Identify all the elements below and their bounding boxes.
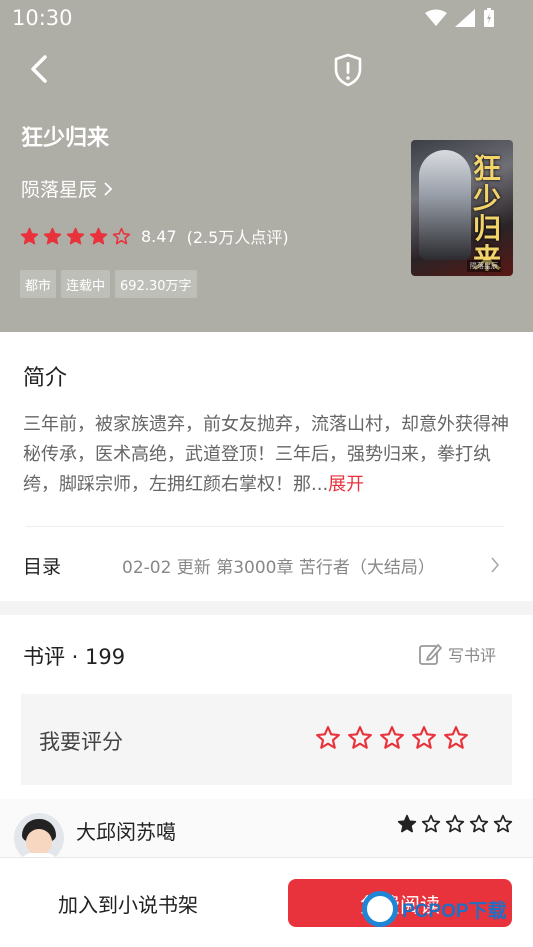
review-username: 大邱闵苏噶	[76, 820, 176, 844]
author-name: 陨落星辰	[21, 179, 98, 201]
watermark-logo-icon	[362, 891, 398, 927]
watermark-text: PCPOP下载	[402, 900, 507, 922]
star-outline-icon	[112, 227, 131, 244]
status-bar: 10:30	[0, 0, 533, 36]
star-outline-icon[interactable]	[379, 725, 405, 751]
rate-stars[interactable]	[315, 725, 469, 751]
cover-author: 陨落星辰	[467, 260, 501, 272]
back-arrow-icon	[31, 55, 47, 83]
rate-label: 我要评分	[39, 730, 123, 754]
rate-box: 我要评分	[21, 694, 512, 785]
write-review-label: 写书评	[448, 646, 497, 665]
book-title: 狂少归来	[21, 126, 110, 151]
intro-title: 简介	[23, 366, 68, 391]
star-outline-icon	[493, 814, 513, 833]
rating-score: 8.47	[141, 226, 177, 246]
catalog-latest-chapter: 02-02 更新 第3000章 苦行者（大结局）	[122, 557, 435, 578]
star-outline-icon[interactable]	[443, 725, 469, 751]
review-item[interactable]: 大邱闵苏噶	[0, 799, 533, 863]
star-filled-icon	[397, 814, 417, 833]
tag-genre: 都市	[20, 270, 57, 298]
edit-icon	[419, 644, 442, 665]
report-button[interactable]	[330, 52, 366, 88]
catalog-label: 目录	[23, 555, 62, 578]
author-link[interactable]: 陨落星辰	[21, 175, 113, 202]
status-icons	[425, 8, 495, 28]
rating-row: 8.47 (2.5万人点评)	[20, 224, 289, 248]
rating-count: (2.5万人点评)	[186, 228, 289, 247]
intro-text: 三年前，被家族遗弃，前女友抛弃，流落山村，却意外获得神秘传承，医术高绝，武道登顶…	[23, 410, 513, 500]
tag-status: 连载中	[61, 270, 111, 298]
star-outline-icon	[445, 814, 465, 833]
wifi-icon	[425, 9, 447, 26]
star-filled-icon	[66, 227, 85, 244]
avatar-face	[26, 829, 52, 855]
star-filled-icon	[20, 227, 39, 244]
cover-figure	[419, 150, 471, 260]
star-outline-icon[interactable]	[315, 725, 341, 751]
add-to-shelf-button[interactable]: 加入到小说书架	[58, 889, 198, 918]
watermark: PCPOP下载	[362, 891, 507, 927]
review-stars	[397, 814, 513, 834]
chevron-right-icon	[491, 557, 500, 573]
book-cover[interactable]: 狂少归来 陨落星辰	[411, 140, 513, 276]
star-filled-icon	[89, 227, 108, 244]
tag-word-count: 692.30万字	[115, 270, 197, 298]
star-filled-icon	[43, 227, 62, 244]
rating-stars	[20, 227, 131, 246]
book-header: 10:30 狂少归来 陨落星辰 8.47 (2.5万人点评) 都市 连载中 69…	[0, 0, 533, 332]
reviews-title: 书评 · 199	[23, 645, 126, 669]
battery-icon	[484, 8, 494, 27]
write-review-button[interactable]: 写书评	[418, 642, 496, 666]
divider	[26, 526, 504, 527]
chevron-right-icon	[104, 181, 113, 196]
expand-link[interactable]: 展开	[328, 474, 364, 495]
intro-body: 三年前，被家族遗弃，前女友抛弃，流落山村，却意外获得神秘传承，医术高绝，武道登顶…	[23, 414, 509, 495]
star-outline-icon	[469, 814, 489, 833]
cover-title: 狂少归来	[473, 152, 502, 275]
status-time: 10:30	[12, 6, 73, 30]
star-outline-icon[interactable]	[411, 725, 437, 751]
star-outline-icon	[421, 814, 441, 833]
section-separator	[0, 601, 533, 615]
back-button[interactable]	[22, 52, 56, 86]
tag-list: 都市 连载中 692.30万字	[20, 270, 197, 298]
signal-icon	[455, 9, 475, 27]
catalog-row[interactable]: 目录 02-02 更新 第3000章 苦行者（大结局）	[0, 540, 533, 590]
shield-alert-icon	[334, 53, 362, 87]
star-outline-icon[interactable]	[347, 725, 373, 751]
avatar[interactable]	[14, 813, 64, 863]
